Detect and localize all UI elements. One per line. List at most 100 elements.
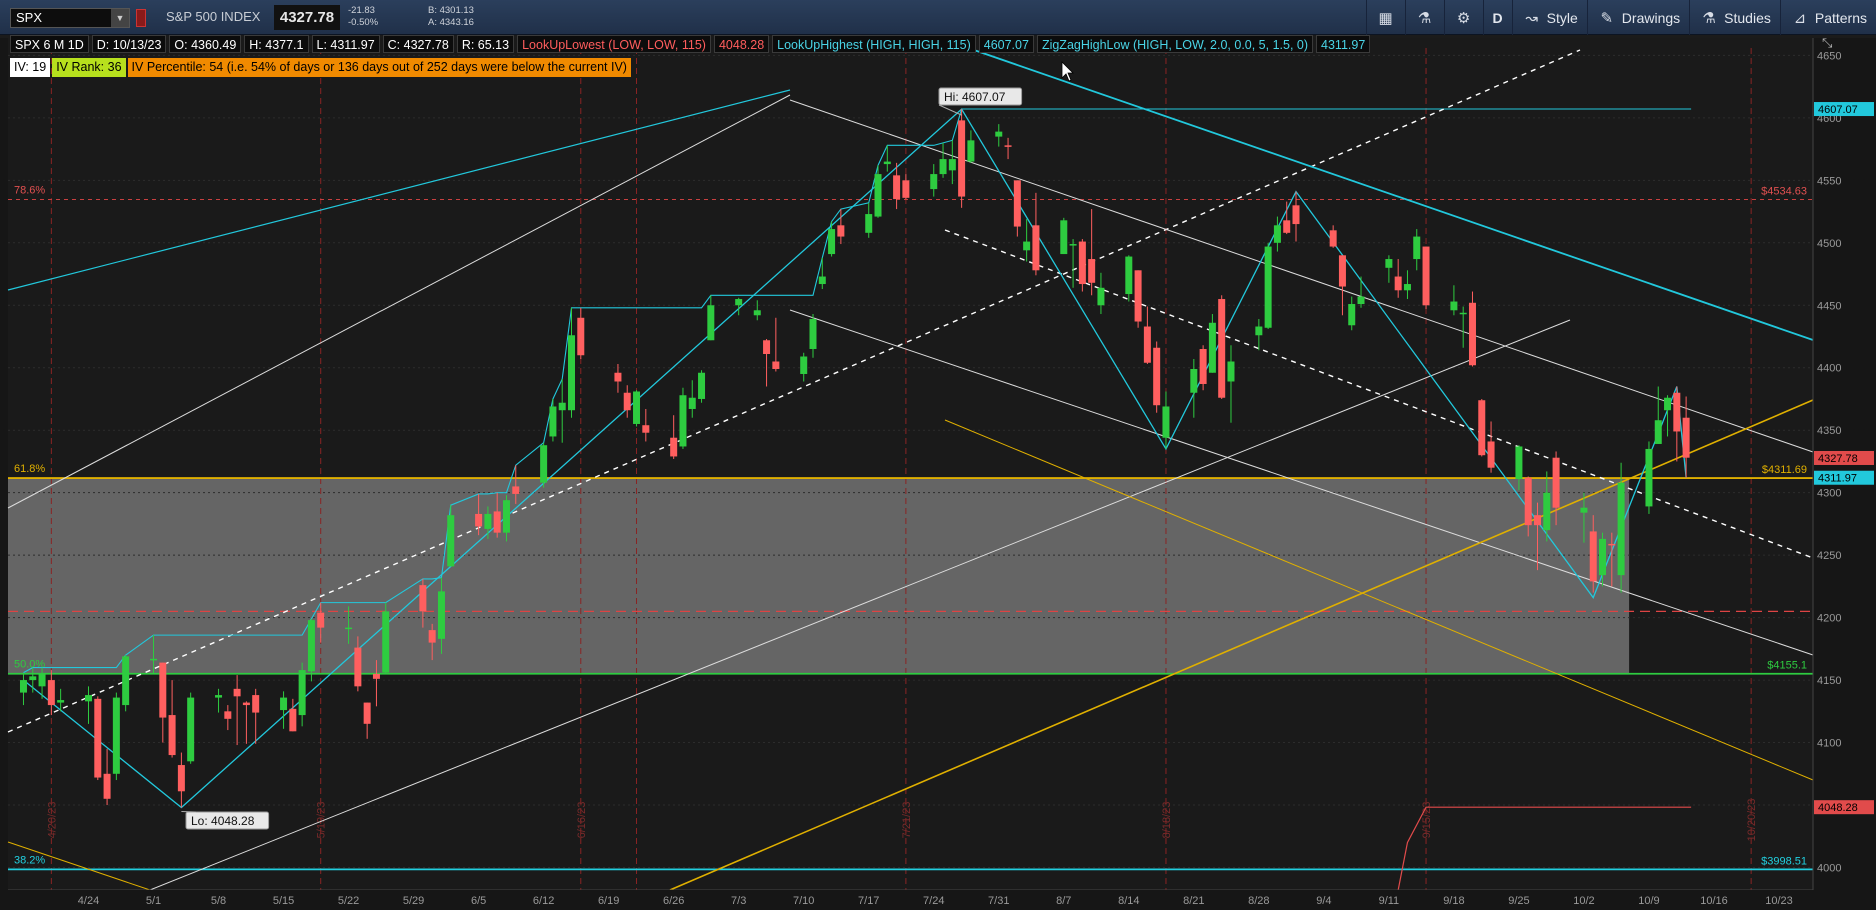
candle-body [837, 225, 845, 237]
candle-body [345, 627, 353, 630]
candle-body [1357, 296, 1365, 305]
candle-body [1004, 145, 1012, 147]
study-value: LookUpHighest (HIGH, HIGH, 115) [772, 35, 976, 53]
time-tick-label: 6/26 [663, 895, 684, 907]
low-annotation-text: Lo: 4048.28 [191, 814, 255, 828]
candle-body [1478, 400, 1486, 456]
candle-body [502, 500, 510, 533]
candle-body [475, 513, 483, 527]
study-value: 4607.07 [978, 35, 1034, 53]
time-tick-label: 10/9 [1638, 895, 1659, 907]
candle-body [57, 700, 65, 703]
candle-body [1543, 492, 1551, 531]
candle-body [1413, 236, 1421, 260]
price-tick-label: 4550 [1817, 175, 1841, 187]
time-tick-label: 9/4 [1316, 895, 1331, 907]
fib-percent-label: 61.8% [14, 463, 45, 475]
fib-price-label: $3998.51 [1761, 855, 1807, 867]
time-tick-label: 8/21 [1183, 895, 1204, 907]
time-tick-label: 7/3 [731, 895, 746, 907]
candle-body [1524, 477, 1532, 526]
candle-body [428, 630, 436, 643]
candle-body [437, 591, 445, 639]
price-tick-label: 4000 [1817, 863, 1841, 875]
study-value: O: 4360.49 [169, 35, 242, 53]
candle-body [540, 445, 548, 483]
vertical-line-label: 7/21/23 [901, 802, 913, 839]
candle-body [670, 437, 678, 457]
candle-body [735, 299, 743, 306]
candle-body [484, 513, 492, 529]
candle-body [1617, 482, 1625, 576]
vertical-line-label: 5/19/23 [316, 802, 328, 839]
candle-body [818, 276, 826, 285]
candle-body [1599, 538, 1607, 576]
vertical-line-label: 4/20/23 [46, 802, 58, 839]
price-bubble: 4607.07 [1814, 102, 1874, 117]
candle-body [902, 180, 910, 198]
candle-body [354, 647, 362, 687]
candle-body [372, 673, 380, 679]
candle-body [948, 159, 956, 171]
fib-price-label: $4534.63 [1761, 186, 1807, 198]
candle-body [1153, 347, 1161, 406]
candle-body [177, 765, 185, 792]
price-bubble-text: 4311.97 [1818, 473, 1857, 485]
candle-body [493, 511, 501, 533]
time-tick-label: 10/2 [1573, 895, 1594, 907]
candle-body [168, 715, 176, 756]
study-value: SPX 6 M 1D [10, 35, 89, 53]
time-tick-label: 6/5 [471, 895, 486, 907]
candle-body [47, 680, 55, 706]
candle-body [800, 356, 808, 374]
candle-body [1273, 225, 1281, 243]
candle-body [614, 372, 622, 382]
candle-body [1013, 180, 1021, 227]
candle-body [1060, 220, 1068, 255]
time-tick-label: 8/14 [1118, 895, 1139, 907]
study-value: D: 10/13/23 [91, 35, 167, 53]
candle-body [1292, 205, 1300, 225]
candle-body [1134, 270, 1142, 322]
high-annotation-text: Hi: 4607.07 [944, 90, 1006, 104]
time-tick-label: 10/16 [1700, 895, 1728, 907]
candle-body [568, 335, 575, 411]
candle-body [679, 395, 687, 447]
candle-body [1422, 246, 1430, 306]
time-tick-label: 9/18 [1443, 895, 1464, 907]
iv-label: IV Percentile: 54 (i.e. 54% of days or 1… [127, 58, 631, 77]
vertical-line-label: 10/20/23 [1746, 799, 1758, 842]
candle-body [1023, 241, 1031, 251]
candle-body [94, 698, 102, 778]
candle-body [642, 425, 650, 433]
price-chart[interactable]: 4/20/23 5/19/23 6/16/23 7/21/23 8/18/23 9/15/… [0, 0, 1876, 910]
candle-body [1682, 417, 1690, 458]
study-value: C: 4327.78 [382, 35, 454, 53]
time-tick-label: 10/23 [1765, 895, 1793, 907]
candle-body [1385, 259, 1393, 268]
price-tick-label: 4100 [1817, 738, 1841, 750]
price-bubble-text: 4607.07 [1818, 104, 1858, 116]
candle-body [19, 680, 27, 693]
candle-body [280, 697, 288, 711]
candle-body [893, 175, 901, 200]
candle-body [317, 612, 325, 628]
candle-body [772, 361, 780, 369]
time-tick-label: 8/7 [1056, 895, 1071, 907]
price-bubble: 4048.28 [1814, 800, 1874, 815]
price-bubble: 4311.97 [1814, 470, 1874, 485]
candle-body [1450, 301, 1458, 311]
candle-body [753, 310, 761, 316]
time-tick-label: 5/8 [211, 895, 226, 907]
candle-body [1589, 531, 1597, 582]
study-value: 4048.28 [713, 35, 770, 53]
candle-body [215, 695, 223, 698]
candle-body [688, 397, 696, 409]
candle-body [103, 773, 111, 799]
candle-body [1338, 255, 1346, 287]
candle-body [85, 695, 92, 702]
candle-body [187, 697, 195, 762]
candle-body [707, 305, 715, 341]
low-annotation: Lo: 4048.28 [185, 811, 270, 830]
candle-body [1487, 441, 1495, 468]
